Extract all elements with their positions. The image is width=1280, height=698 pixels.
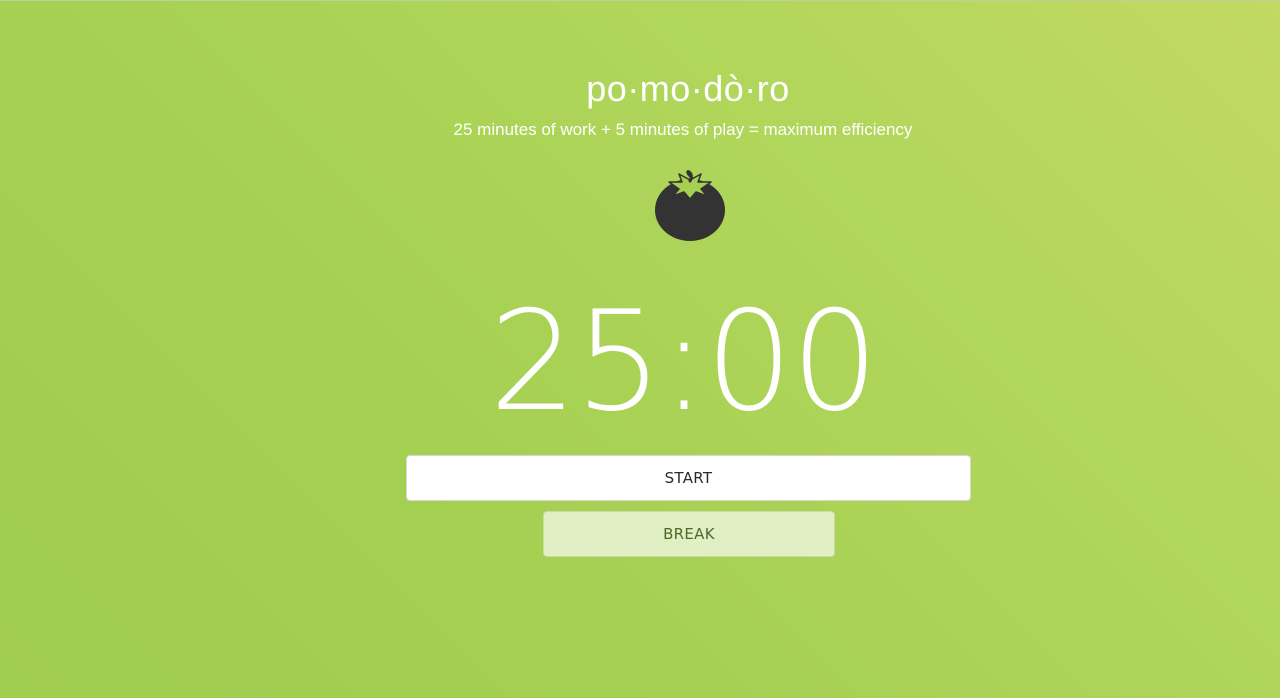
break-button[interactable]: BREAK [543, 511, 835, 557]
timer-display: 25:00 [489, 281, 879, 442]
start-button[interactable]: START [406, 455, 971, 501]
app-subtitle: 25 minutes of work + 5 minutes of play =… [453, 120, 913, 139]
app-title: po·mo·dò·ro [586, 68, 790, 109]
tomato-icon [655, 170, 725, 241]
pomodoro-app: po·mo·dò·ro 25 minutes of work + 5 minut… [0, 0, 1280, 698]
